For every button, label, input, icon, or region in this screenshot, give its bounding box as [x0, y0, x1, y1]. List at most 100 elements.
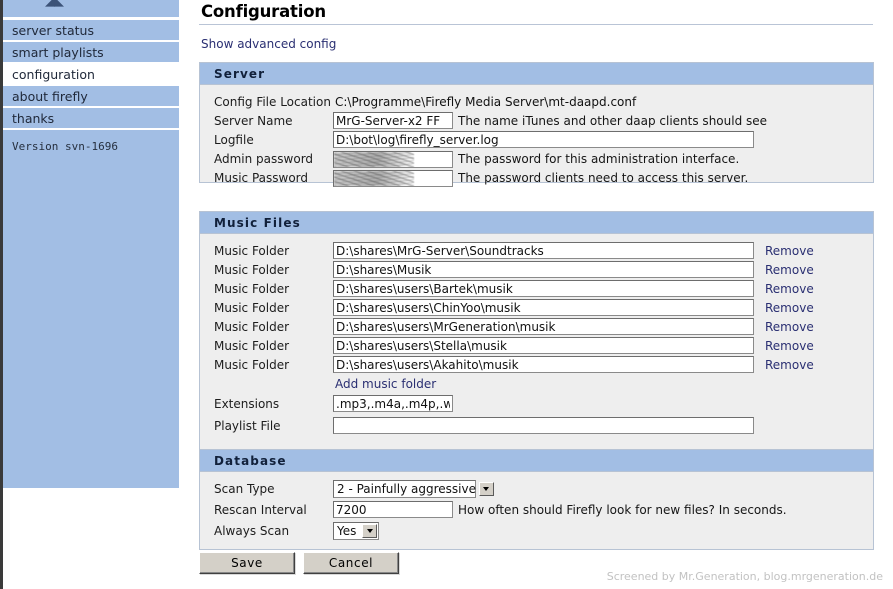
- logfile-label: Logfile: [214, 133, 254, 147]
- sidebar-item-label: server status: [12, 23, 94, 38]
- admin-password-input[interactable]: [333, 151, 453, 168]
- extensions-label: Extensions: [214, 397, 280, 411]
- page-title: Configuration: [201, 2, 326, 21]
- redaction-overlay: [334, 171, 414, 186]
- logfile-row: Logfile: [200, 131, 873, 150]
- sidebar-item-label: thanks: [12, 111, 55, 126]
- server-name-hint: The name iTunes and other daap clients s…: [458, 114, 768, 128]
- sidebar-item-configuration[interactable]: configuration: [3, 64, 179, 85]
- cancel-button[interactable]: Cancel: [303, 552, 399, 574]
- save-button-label: Save: [231, 556, 263, 570]
- save-button[interactable]: Save: [199, 552, 295, 574]
- scan-type-label: Scan Type: [214, 482, 275, 496]
- playlist-file-input[interactable]: [333, 417, 754, 434]
- music-folder-label: Music Folder: [214, 358, 290, 372]
- music-password-input[interactable]: [333, 170, 453, 187]
- config-file-value: C:\Programme\Firefly Media Server\mt-daa…: [335, 95, 637, 109]
- cancel-button-label: Cancel: [328, 556, 374, 570]
- scan-type-value: 2 - Painfully aggressive: [337, 482, 476, 496]
- sidebar-item-server-status[interactable]: server status: [3, 20, 179, 41]
- show-advanced-config-link[interactable]: Show advanced config: [201, 37, 336, 51]
- firefly-config-page: ◢◣ server status smart playlists configu…: [0, 0, 893, 589]
- rescan-interval-label: Rescan Interval: [214, 503, 307, 517]
- remove-music-folder-link[interactable]: Remove: [765, 356, 814, 375]
- music-folder-label: Music Folder: [214, 244, 290, 258]
- always-scan-value: Yes: [337, 524, 357, 538]
- server-name-row: Server Name The name iTunes and other da…: [200, 112, 873, 131]
- admin-password-row: Admin password The password for this adm…: [200, 150, 873, 169]
- config-file-label: Config File Location: [214, 95, 331, 109]
- music-password-hint: The password clients need to access this…: [458, 171, 749, 185]
- add-music-folder-row: Add music folder: [200, 375, 873, 394]
- music-folder-input[interactable]: [333, 280, 754, 297]
- music-folder-input[interactable]: [333, 261, 754, 278]
- remove-music-folder-link[interactable]: Remove: [765, 299, 814, 318]
- music-folder-label: Music Folder: [214, 282, 290, 296]
- always-scan-label: Always Scan: [214, 524, 290, 538]
- database-section-body: Scan Type 2 - Painfully aggressive Resca…: [200, 472, 873, 549]
- logfile-input[interactable]: [333, 131, 754, 148]
- server-section-body: Config File Location C:\Programme\Firefl…: [200, 85, 873, 187]
- rescan-interval-row: Rescan Interval How often should Firefly…: [200, 501, 873, 520]
- scan-type-row: Scan Type 2 - Painfully aggressive: [200, 480, 873, 499]
- music-folder-input[interactable]: [333, 242, 754, 259]
- music-folder-label: Music Folder: [214, 301, 290, 315]
- remove-music-folder-link[interactable]: Remove: [765, 242, 814, 261]
- extensions-row: Extensions: [200, 395, 873, 414]
- always-scan-row: Always Scan Yes: [200, 522, 873, 541]
- extensions-input[interactable]: [333, 395, 453, 412]
- music-folder-row: Music Folder Remove: [200, 242, 873, 261]
- music-folder-input[interactable]: [333, 337, 754, 354]
- always-scan-select[interactable]: Yes: [333, 522, 379, 540]
- music-files-section: Music Files Music Folder Remove Music Fo…: [199, 211, 874, 459]
- rescan-interval-hint: How often should Firefly look for new fi…: [458, 503, 787, 517]
- main-content: Configuration Show advanced config Serve…: [179, 0, 893, 589]
- music-folder-input[interactable]: [333, 299, 754, 316]
- sidebar-version-panel: Version svn-1696: [3, 130, 179, 488]
- sidebar-item-thanks[interactable]: thanks: [3, 108, 179, 129]
- firefly-logo: ◢◣: [3, 0, 179, 17]
- redaction-overlay: [334, 152, 414, 167]
- playlist-file-row: Playlist File: [200, 417, 873, 436]
- music-folder-input[interactable]: [333, 356, 754, 373]
- sidebar-item-about-firefly[interactable]: about firefly: [3, 86, 179, 107]
- music-password-row: Music Password The password clients need…: [200, 169, 873, 188]
- chevron-down-icon[interactable]: [478, 482, 494, 496]
- chevron-down-icon[interactable]: [362, 524, 377, 538]
- music-folder-row: Music Folder Remove: [200, 318, 873, 337]
- music-folder-label: Music Folder: [214, 339, 290, 353]
- sidebar-item-smart-playlists[interactable]: smart playlists: [3, 42, 179, 63]
- server-name-input[interactable]: [333, 112, 453, 129]
- music-files-section-heading: Music Files: [200, 212, 873, 234]
- version-label: Version svn-1696: [12, 140, 118, 153]
- admin-password-label: Admin password: [214, 152, 314, 166]
- title-divider: [199, 24, 873, 25]
- rescan-interval-input[interactable]: [333, 501, 453, 518]
- add-music-folder-link[interactable]: Add music folder: [335, 375, 436, 394]
- sidebar: ◢◣ server status smart playlists configu…: [0, 0, 179, 589]
- music-folder-label: Music Folder: [214, 320, 290, 334]
- sidebar-item-label: smart playlists: [12, 45, 104, 60]
- server-section: Server Config File Location C:\Programme…: [199, 62, 874, 187]
- scan-type-select[interactable]: 2 - Painfully aggressive: [333, 480, 494, 498]
- server-name-label: Server Name: [214, 114, 293, 128]
- music-folder-label: Music Folder: [214, 263, 290, 277]
- remove-music-folder-link[interactable]: Remove: [765, 280, 814, 299]
- remove-music-folder-link[interactable]: Remove: [765, 337, 814, 356]
- music-folder-row: Music Folder Remove: [200, 299, 873, 318]
- music-folder-row: Music Folder Remove: [200, 356, 873, 375]
- logo-glyph: ◢◣: [45, 0, 64, 9]
- music-folder-row: Music Folder Remove: [200, 280, 873, 299]
- music-files-section-body: Music Folder Remove Music Folder Remove …: [200, 234, 873, 458]
- database-section-heading: Database: [200, 450, 873, 472]
- remove-music-folder-link[interactable]: Remove: [765, 318, 814, 337]
- playlist-file-label: Playlist File: [214, 419, 281, 433]
- remove-music-folder-link[interactable]: Remove: [765, 261, 814, 280]
- screenshot-watermark: Screened by Mr.Generation, blog.mrgenera…: [606, 570, 883, 583]
- sidebar-item-label: configuration: [12, 67, 95, 82]
- database-section: Database Scan Type 2 - Painfully aggress…: [199, 449, 874, 550]
- admin-password-hint: The password for this administration int…: [458, 152, 740, 166]
- config-file-row: Config File Location C:\Programme\Firefl…: [200, 93, 873, 112]
- sidebar-item-label: about firefly: [12, 89, 88, 104]
- music-folder-input[interactable]: [333, 318, 754, 335]
